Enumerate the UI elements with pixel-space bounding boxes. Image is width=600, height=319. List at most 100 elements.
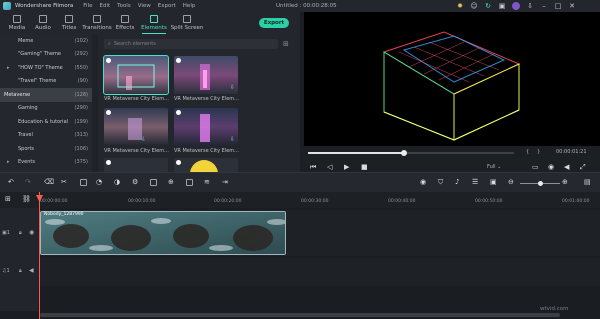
audio-track[interactable] xyxy=(38,258,600,286)
step-back-icon[interactable]: ◁ xyxy=(327,163,332,171)
lock-icon[interactable]: 🔒︎ xyxy=(19,268,22,274)
lock-icon[interactable]: 🔒︎ xyxy=(19,230,22,236)
speed-icon[interactable]: ◔ xyxy=(96,178,102,186)
mic-icon[interactable]: ♪ xyxy=(455,178,459,186)
tab-titles[interactable]: Titles xyxy=(56,14,82,34)
element-thumbnail[interactable]: ⇩ xyxy=(104,108,168,146)
volume-icon[interactable]: ◀ xyxy=(564,163,569,171)
tab-audio[interactable]: Audio xyxy=(30,14,56,34)
fit-timeline-icon[interactable]: ▤ xyxy=(584,178,591,186)
menu-tools[interactable]: Tools xyxy=(117,3,131,9)
ruler-tick: 00:00:00:00 xyxy=(40,199,68,204)
document-title: Untitled : 00:00:28:05 xyxy=(276,3,337,9)
element-thumbnail[interactable] xyxy=(174,158,238,172)
eye-icon[interactable]: ◉ xyxy=(29,229,34,236)
undo-icon[interactable]: ↶ xyxy=(8,178,14,186)
maximize-icon[interactable]: □ xyxy=(554,2,562,10)
video-clip[interactable] xyxy=(40,211,286,255)
category-item[interactable]: ▸ "HOW TO" Theme (550) xyxy=(0,61,92,75)
minimize-icon[interactable]: – xyxy=(540,2,548,10)
ruler-tick: 00:01:00:00 xyxy=(562,199,590,204)
category-item[interactable]: "Travel" Theme (90) xyxy=(0,75,92,89)
timeline-ruler[interactable] xyxy=(0,192,600,208)
favorite-icon[interactable] xyxy=(176,160,181,165)
element-thumbnail[interactable]: ⇩ xyxy=(174,108,238,146)
monitor-icon[interactable]: ▭ xyxy=(532,163,539,171)
play-icon[interactable]: ▶ xyxy=(344,163,349,171)
delete-icon[interactable]: ⌫ xyxy=(44,178,54,186)
sync-icon[interactable]: ↻ xyxy=(484,2,492,10)
filmora-logo-icon xyxy=(3,2,11,10)
render-icon[interactable]: ◉ xyxy=(420,178,426,186)
redo-icon[interactable]: ↷ xyxy=(25,178,31,186)
zoom-slider-handle[interactable] xyxy=(538,181,543,186)
download-icon[interactable]: ⇩ xyxy=(526,2,534,10)
save-icon[interactable]: ▣ xyxy=(498,2,506,10)
category-item[interactable]: Gaming (290) xyxy=(0,102,92,116)
download-icon[interactable]: ⇩ xyxy=(230,136,235,143)
crop-icon[interactable] xyxy=(80,179,87,186)
mark-in-button[interactable]: { xyxy=(526,149,529,155)
grid-view-icon[interactable]: ⊞ xyxy=(283,40,291,48)
motion-track-icon[interactable]: ⊕ xyxy=(168,178,174,186)
audio-mix-icon[interactable]: ⚙ xyxy=(132,178,138,186)
menu-help[interactable]: Help xyxy=(183,3,196,9)
tab-transitions[interactable]: Transitions xyxy=(82,14,112,34)
element-label: VR Metaverse City Elem... xyxy=(174,148,239,154)
menu-view[interactable]: View xyxy=(138,3,151,9)
quality-select[interactable]: Full ⌄ xyxy=(487,164,501,170)
tab-media[interactable]: Media xyxy=(4,14,30,34)
element-thumbnail[interactable] xyxy=(103,55,169,95)
speaker-icon[interactable]: ◀ xyxy=(29,267,34,274)
export-frame-icon[interactable]: ⇥ xyxy=(222,178,228,186)
audio-wave-icon[interactable]: ≋ xyxy=(204,178,210,186)
prev-frame-icon[interactable]: ⏮ xyxy=(310,163,316,171)
expand-arrow-icon[interactable]: ▸ xyxy=(7,65,10,71)
download-icon[interactable]: ⇩ xyxy=(141,136,146,143)
cut-icon[interactable]: ✂ xyxy=(61,178,67,186)
snapshot-icon[interactable]: ◉ xyxy=(548,163,554,171)
zoom-in-icon[interactable]: ⊕ xyxy=(562,178,568,186)
category-item[interactable]: Sports (106) xyxy=(0,142,92,156)
export-button[interactable]: Export xyxy=(259,18,289,28)
color-icon[interactable]: ◑ xyxy=(114,178,120,186)
marker-icon[interactable]: ⛉ xyxy=(438,178,443,186)
fullscreen-icon[interactable]: ⤢ xyxy=(580,163,586,171)
element-label: VR Metaverse City Elem... xyxy=(174,96,239,102)
expand-arrow-icon[interactable]: ▸ xyxy=(7,159,10,165)
tab-effects[interactable]: Effects xyxy=(112,14,138,34)
tab-elements[interactable]: Elements xyxy=(138,14,170,34)
mark-out-button[interactable]: } xyxy=(537,149,540,155)
category-item[interactable]: Travel (313) xyxy=(0,129,92,143)
download-icon[interactable]: ⇩ xyxy=(230,84,235,91)
element-thumbnail[interactable] xyxy=(104,158,168,172)
playhead[interactable] xyxy=(39,192,40,319)
category-item[interactable]: "Gaming" Theme (292) xyxy=(0,48,92,62)
snapshot-timeline-icon[interactable]: ▣ xyxy=(490,178,497,186)
stop-icon[interactable]: ■ xyxy=(361,163,368,171)
category-item[interactable]: ▸ Events (375) xyxy=(0,156,92,170)
element-thumbnail[interactable]: ⇩ xyxy=(174,56,238,94)
account-icon[interactable]: ☺ xyxy=(470,2,478,10)
seek-handle[interactable] xyxy=(401,150,407,156)
preview-player[interactable] xyxy=(304,12,600,146)
category-item-metaverse[interactable]: Metaverse (128) xyxy=(0,88,92,102)
voiceover-icon[interactable]: ☰ xyxy=(472,178,478,186)
user-avatar-icon[interactable] xyxy=(512,2,520,10)
category-item[interactable]: Meme (102) xyxy=(0,34,92,48)
link-icon[interactable]: ⛓ xyxy=(22,195,31,203)
search-input[interactable]: ⌕ Search elements xyxy=(104,39,278,49)
stabilize-icon[interactable] xyxy=(186,179,193,186)
timeline-scrollbar[interactable] xyxy=(40,313,560,317)
category-item[interactable]: Education & tutorial (199) xyxy=(0,115,92,129)
menu-file[interactable]: File xyxy=(83,3,92,9)
tab-split-screen[interactable]: Split Screen xyxy=(170,14,204,34)
green-screen-icon[interactable] xyxy=(150,179,157,186)
menu-edit[interactable]: Edit xyxy=(100,3,111,9)
favorite-icon[interactable] xyxy=(106,160,111,165)
zoom-out-icon[interactable]: ⊖ xyxy=(508,178,514,186)
bulb-icon[interactable]: ✹ xyxy=(456,2,464,10)
add-track-icon[interactable]: ⊞ xyxy=(5,195,11,203)
close-icon[interactable]: ✕ xyxy=(568,2,576,10)
menu-export[interactable]: Export xyxy=(158,3,176,9)
